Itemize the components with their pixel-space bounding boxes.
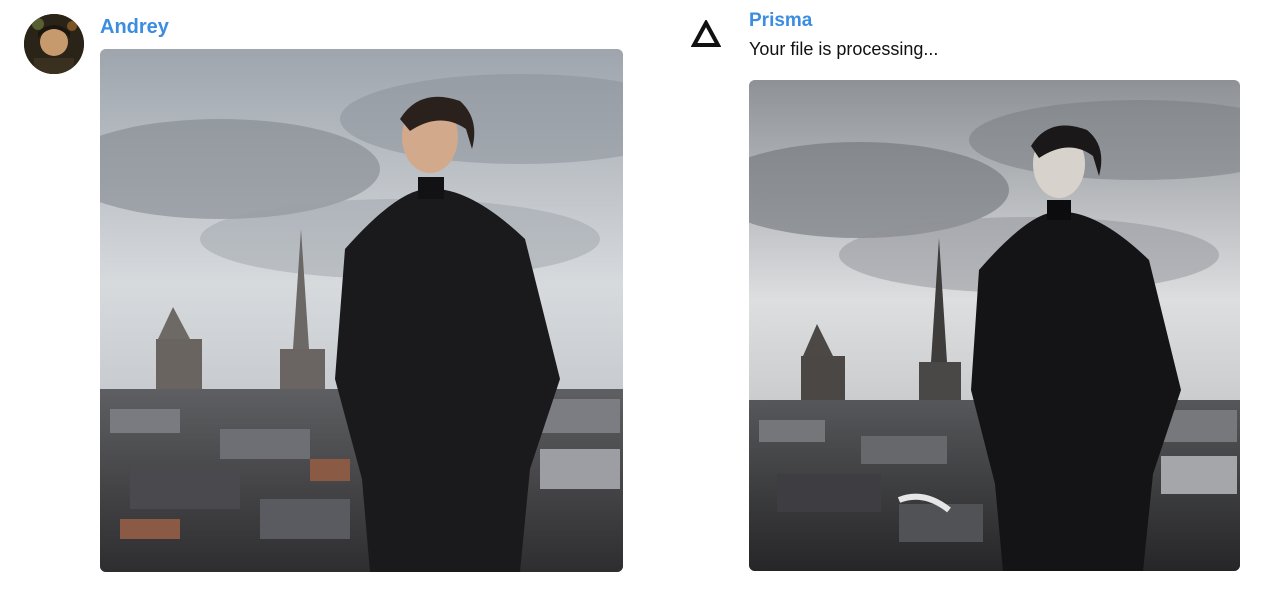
prisma-triangle-icon	[691, 20, 721, 47]
user-avatar-photo-icon	[24, 14, 84, 74]
portrait-photo-image	[100, 49, 623, 572]
prisma-avatar[interactable]	[691, 20, 721, 50]
stylized-portrait-image	[749, 80, 1240, 571]
message-text: Your file is processing...	[749, 39, 939, 59]
photo-attachment-stylized[interactable]	[749, 80, 1240, 571]
sender-name-prisma[interactable]: Prisma	[749, 9, 812, 33]
sender-name-andrey[interactable]: Andrey	[100, 15, 169, 39]
photo-attachment-original[interactable]	[100, 49, 623, 572]
user-avatar[interactable]	[24, 14, 84, 74]
